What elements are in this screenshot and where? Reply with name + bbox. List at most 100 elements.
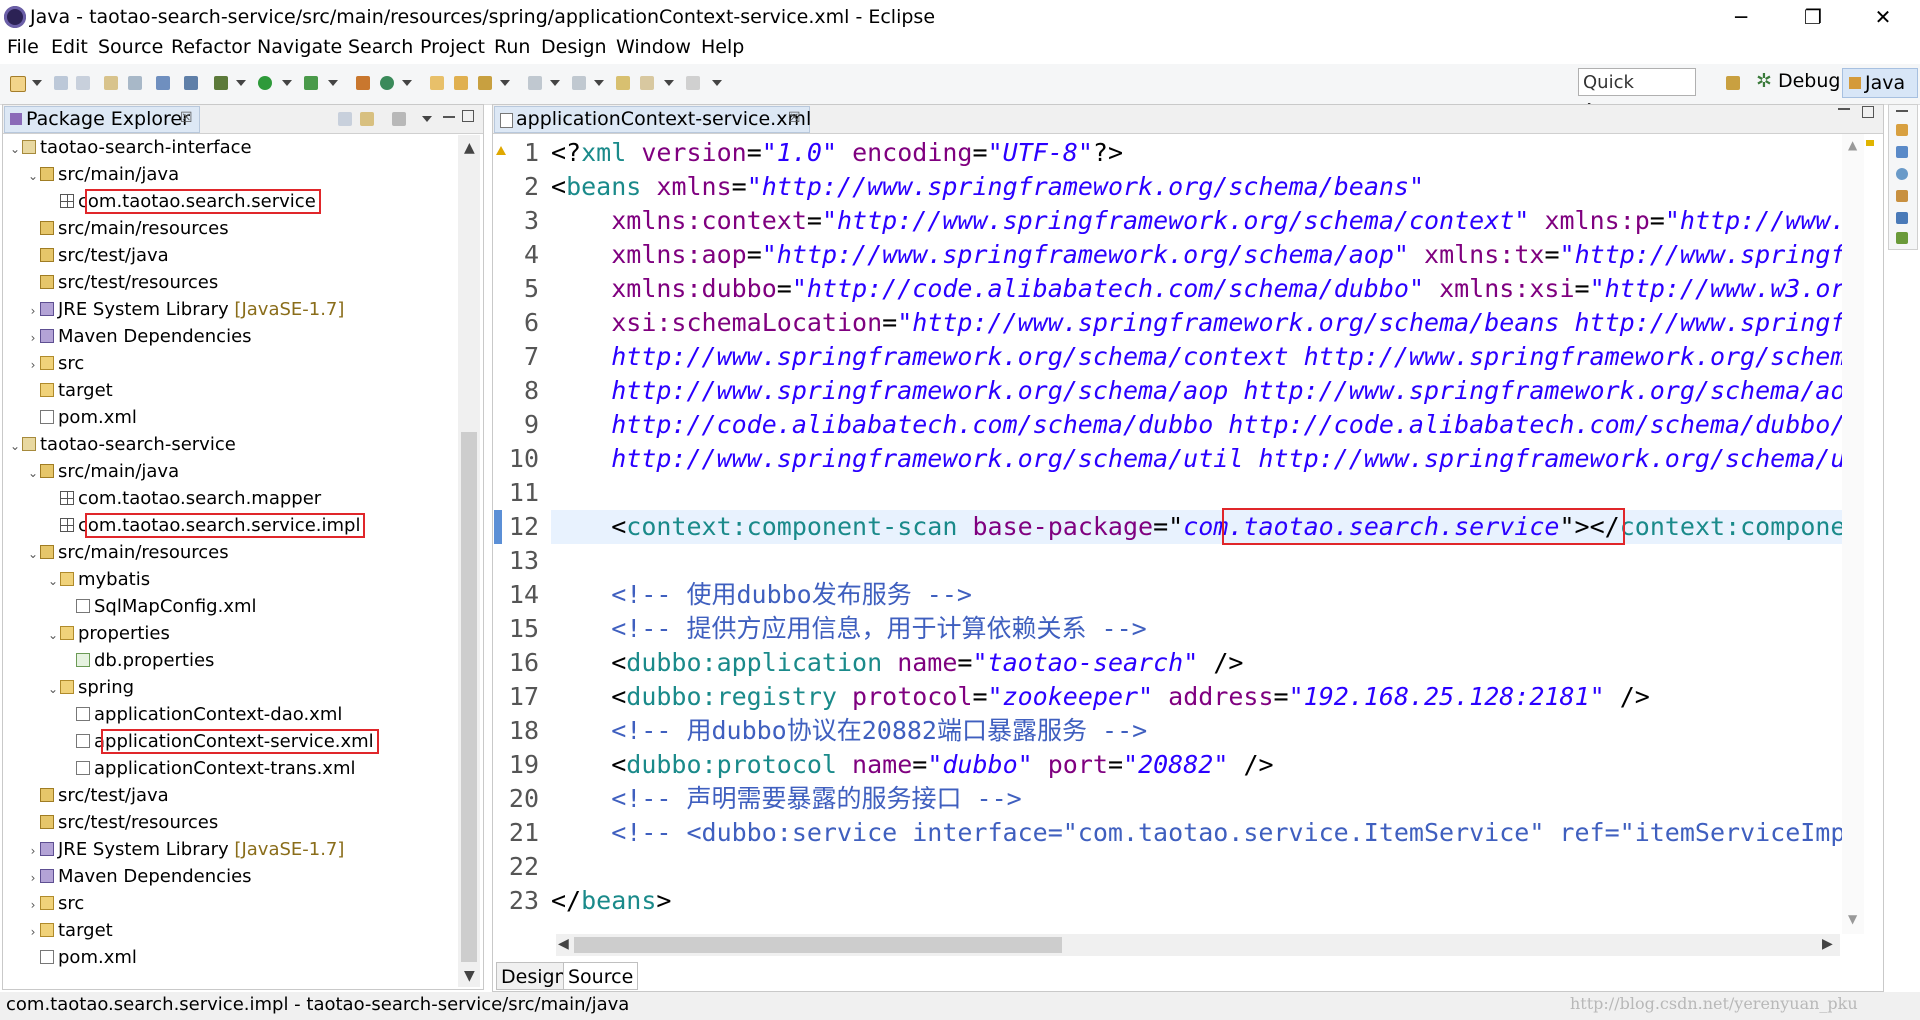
new-icon[interactable] bbox=[10, 76, 26, 92]
menu-source[interactable]: Source bbox=[98, 36, 163, 58]
chevron-down-icon[interactable] bbox=[282, 80, 292, 86]
code-line[interactable]: http://www.springframework.org/schema/ao… bbox=[551, 374, 1842, 408]
javadoc-icon[interactable] bbox=[1896, 168, 1908, 180]
search-icon[interactable] bbox=[478, 76, 492, 90]
tree-item[interactable]: ⌄ mybatis bbox=[46, 566, 150, 593]
scroll-left-icon[interactable]: ◀ bbox=[558, 936, 569, 952]
tree-item[interactable]: ⌄ taotao-search-interface bbox=[8, 134, 252, 161]
outline-icon[interactable] bbox=[1896, 124, 1908, 136]
code-line[interactable]: <!-- 用dubbo协议在20882端口暴露服务 --> bbox=[551, 714, 1842, 748]
chevron-down-icon[interactable]: ⌄ bbox=[8, 136, 22, 163]
restore-icon[interactable] bbox=[1896, 110, 1908, 112]
close-button[interactable]: ✕ bbox=[1848, 0, 1918, 34]
maximize-view-icon[interactable] bbox=[462, 110, 474, 122]
editor-horizontal-thumb[interactable] bbox=[574, 937, 1062, 953]
tree-item[interactable]: pom.xml bbox=[26, 944, 137, 971]
task-list-icon[interactable] bbox=[1896, 146, 1908, 158]
code-line[interactable]: </beans> bbox=[551, 884, 1842, 918]
skip-breakpoints-icon[interactable] bbox=[184, 76, 198, 90]
open-task-icon[interactable] bbox=[454, 76, 468, 90]
chevron-right-icon[interactable]: › bbox=[26, 865, 40, 892]
declaration-icon[interactable] bbox=[1896, 190, 1908, 202]
chevron-down-icon[interactable]: ⌄ bbox=[26, 163, 40, 190]
scroll-up-icon[interactable]: ▲ bbox=[464, 140, 475, 156]
code-line[interactable]: <dubbo:protocol name="dubbo" port="20882… bbox=[551, 748, 1842, 782]
scroll-right-icon[interactable]: ▶ bbox=[1822, 936, 1833, 952]
tree-item[interactable]: › Maven Dependencies bbox=[26, 863, 252, 890]
tab-design[interactable]: Design bbox=[496, 962, 572, 990]
code-line[interactable]: xsi:schemaLocation="http://www.springfra… bbox=[551, 306, 1842, 340]
menu-run[interactable]: Run bbox=[494, 36, 530, 58]
new-java-project-icon[interactable] bbox=[356, 76, 370, 90]
tree-item[interactable]: ⌄ spring bbox=[46, 674, 134, 701]
last-edit-icon[interactable] bbox=[616, 76, 630, 90]
previous-annotation-icon[interactable] bbox=[572, 76, 586, 90]
tree-item[interactable]: src/test/resources bbox=[26, 809, 218, 836]
forward-icon[interactable] bbox=[686, 76, 700, 90]
menu-navigate[interactable]: Navigate bbox=[257, 36, 342, 58]
tree-item[interactable]: target bbox=[26, 377, 113, 404]
tree-item[interactable]: › JRE System Library [JavaSE-1.7] bbox=[26, 296, 345, 323]
minimize-button[interactable]: ─ bbox=[1706, 0, 1776, 34]
code-line[interactable]: <!-- 使用dubbo发布服务 --> bbox=[551, 578, 1842, 612]
tree-item[interactable]: › JRE System Library [JavaSE-1.7] bbox=[26, 836, 345, 863]
quick-access-input[interactable]: Quick Access bbox=[1578, 68, 1696, 121]
tree-item[interactable]: › target bbox=[26, 917, 113, 944]
chevron-down-icon[interactable] bbox=[32, 80, 42, 86]
print-icon[interactable] bbox=[128, 76, 142, 90]
new-class-icon[interactable] bbox=[380, 76, 394, 90]
tree-item[interactable]: src/test/java bbox=[26, 242, 169, 269]
tree-item[interactable]: ⌄ properties bbox=[46, 620, 170, 647]
code-line[interactable]: http://code.alibabatech.com/schema/dubbo… bbox=[551, 408, 1842, 442]
editor-vertical-scrollbar[interactable] bbox=[1842, 134, 1864, 934]
chevron-down-icon[interactable]: ⌄ bbox=[26, 460, 40, 487]
tree-item[interactable]: › Maven Dependencies bbox=[26, 323, 252, 350]
chevron-down-icon[interactable] bbox=[328, 80, 338, 86]
tree-item[interactable]: ⌄ src/main/resources bbox=[26, 539, 229, 566]
tree-item[interactable]: ⌄ src/main/java bbox=[26, 161, 179, 188]
tree-item[interactable]: › src bbox=[26, 890, 85, 917]
menu-file[interactable]: File bbox=[7, 36, 39, 58]
code-line[interactable]: xmlns:aop="http://www.springframework.or… bbox=[551, 238, 1842, 272]
tree-item[interactable]: com.taotao.search.mapper bbox=[46, 485, 321, 512]
debug-icon[interactable] bbox=[214, 76, 228, 90]
chevron-down-icon[interactable]: ⌄ bbox=[8, 433, 22, 460]
code-line[interactable]: http://www.springframework.org/schema/co… bbox=[551, 340, 1842, 374]
link-with-editor-icon[interactable] bbox=[360, 112, 374, 126]
code-line[interactable]: <dubbo:registry protocol="zookeeper" add… bbox=[551, 680, 1842, 714]
tree-item[interactable]: src/test/resources bbox=[26, 269, 218, 296]
tab-source[interactable]: Source bbox=[563, 962, 639, 990]
run-icon[interactable] bbox=[258, 76, 272, 90]
code-line[interactable]: <context:component-scan base-package="co… bbox=[551, 510, 1842, 544]
tree-item[interactable]: db.properties bbox=[62, 647, 214, 674]
minimize-view-icon[interactable] bbox=[443, 116, 455, 118]
minimize-view-icon[interactable] bbox=[1838, 108, 1850, 110]
chevron-down-icon[interactable]: ⌄ bbox=[46, 568, 60, 595]
package-explorer-scroll-thumb[interactable] bbox=[461, 432, 477, 962]
filter-icon[interactable] bbox=[392, 112, 406, 126]
menu-window[interactable]: Window bbox=[616, 36, 691, 58]
code-line[interactable]: <dubbo:application name="taotao-search" … bbox=[551, 646, 1842, 680]
chevron-down-icon[interactable]: ⌄ bbox=[26, 541, 40, 568]
overview-warning-marker[interactable] bbox=[1866, 140, 1874, 146]
chevron-down-icon[interactable] bbox=[500, 80, 510, 86]
chevron-down-icon[interactable] bbox=[594, 80, 604, 86]
chevron-right-icon[interactable]: › bbox=[26, 919, 40, 946]
code-line[interactable] bbox=[551, 850, 1842, 884]
close-icon[interactable]: ☒ bbox=[180, 110, 193, 126]
menu-project[interactable]: Project bbox=[420, 36, 485, 58]
tree-item[interactable]: src/main/resources bbox=[26, 215, 229, 242]
code-line[interactable]: <!-- 提供方应用信息，用于计算依赖关系 --> bbox=[551, 612, 1842, 646]
close-icon[interactable]: ☒ bbox=[788, 110, 801, 126]
back-icon[interactable] bbox=[640, 76, 654, 90]
code-line[interactable]: <!-- 声明需要暴露的服务接口 --> bbox=[551, 782, 1842, 816]
external-tools-icon[interactable] bbox=[304, 76, 318, 90]
collapse-all-icon[interactable] bbox=[338, 112, 352, 126]
maximize-button[interactable]: ❐ bbox=[1778, 0, 1848, 34]
console-icon[interactable] bbox=[1896, 212, 1908, 224]
chevron-down-icon[interactable]: ⌄ bbox=[46, 622, 60, 649]
open-perspective-icon[interactable] bbox=[1726, 76, 1740, 90]
chevron-down-icon[interactable] bbox=[236, 80, 246, 86]
code-line[interactable]: <!-- <dubbo:service interface="com.taota… bbox=[551, 816, 1842, 850]
junit-icon[interactable] bbox=[1896, 232, 1908, 244]
